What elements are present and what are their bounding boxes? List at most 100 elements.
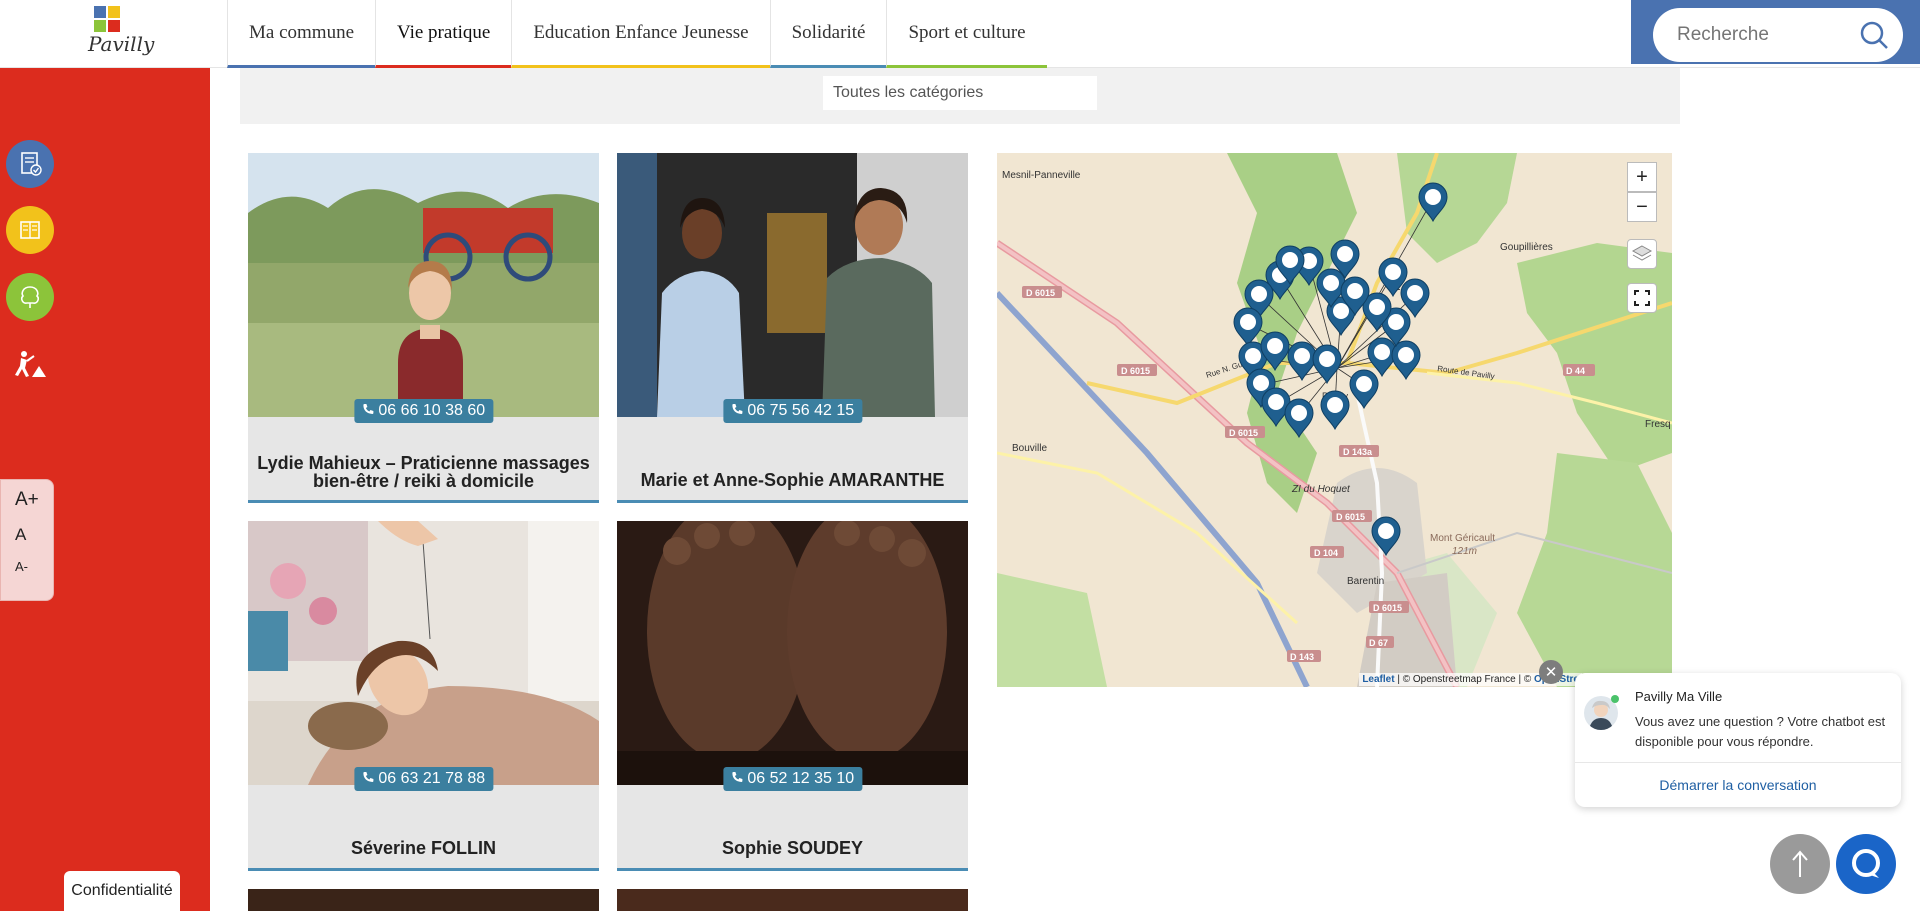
chat-close-button[interactable]: ✕	[1539, 660, 1563, 684]
phone-number: 06 66 10 38 60	[378, 402, 486, 419]
site-header: Pavilly Ma commune Vie pratique Educatio…	[0, 0, 1920, 68]
map-marker-center	[1333, 303, 1349, 319]
zoom-in-button[interactable]: +	[1627, 162, 1657, 192]
phone-icon	[731, 404, 742, 414]
tree-icon	[20, 286, 40, 308]
map-panel[interactable]: Mesnil-Panneville Pavilly Goupillières B…	[997, 153, 1672, 687]
directory-card-partial[interactable]	[617, 889, 968, 911]
phone-icon	[362, 404, 373, 414]
card-title: Séverine FOLLIN	[350, 838, 497, 858]
photo-two-women	[617, 153, 968, 417]
directory-card[interactable]: 06 52 12 35 10 Sophie SOUDEY	[617, 521, 968, 871]
nav-education[interactable]: Education Enfance Jeunesse	[511, 0, 770, 68]
leaflet-link[interactable]: Leaflet	[1362, 674, 1394, 685]
layers-icon	[1631, 245, 1653, 261]
map-marker-center	[1240, 314, 1256, 330]
chatbot-message: Vous avez une question ? Votre chatbot e…	[1635, 714, 1886, 749]
card-photo	[248, 521, 599, 785]
scroll-top-button[interactable]	[1770, 834, 1830, 894]
road-label: D 6015	[1121, 366, 1150, 376]
road-label: D 67	[1369, 638, 1388, 648]
phone-badge[interactable]: 06 63 21 78 88	[353, 767, 494, 791]
map-marker-center	[1327, 397, 1343, 413]
map-marker-center	[1282, 252, 1298, 268]
directory-card[interactable]: 06 75 56 42 15 Marie et Anne-Sophie AMAR…	[617, 153, 968, 503]
map-label: Goupillières	[1500, 242, 1553, 253]
logo-square-red	[108, 20, 120, 32]
map-label: Fresq	[1645, 419, 1671, 430]
zoom-out-button[interactable]: −	[1627, 192, 1657, 222]
search-icon[interactable]	[1859, 20, 1889, 50]
nav-vie-pratique[interactable]: Vie pratique	[375, 0, 512, 68]
privacy-button[interactable]: Confidentialité	[64, 871, 180, 911]
map-marker-center	[1356, 376, 1372, 392]
nav-solidarite[interactable]: Solidarité	[769, 0, 887, 68]
phone-number: 06 75 56 42 15	[747, 402, 855, 419]
photo-pendulum-therapy	[248, 521, 599, 785]
quick-link-magazine[interactable]	[6, 206, 54, 254]
left-sidebar: A+ A A-	[0, 68, 210, 911]
site-logo[interactable]: Pavilly	[80, 4, 154, 62]
layers-button[interactable]	[1627, 239, 1657, 269]
road-label: D 6015	[1229, 428, 1258, 438]
card-title: Marie et Anne-Sophie AMARANTHE	[640, 470, 945, 490]
map-tiles: Mesnil-Panneville Pavilly Goupillières B…	[997, 153, 1672, 687]
fullscreen-button[interactable]	[1627, 283, 1657, 313]
map-marker-center	[1407, 285, 1423, 301]
chatbot-popup: Pavilly Ma Ville Vous avez une question …	[1575, 673, 1901, 807]
logo-square-blue	[94, 6, 106, 18]
search-input[interactable]	[1677, 24, 1847, 46]
map-label: Barentin	[1347, 576, 1384, 587]
online-indicator	[1611, 695, 1619, 703]
map-marker-center	[1323, 275, 1339, 291]
map-label: Mont Géricault	[1430, 533, 1495, 544]
font-increase-button[interactable]: A+	[1, 489, 53, 511]
document-check-icon	[21, 152, 42, 176]
nav-label: Vie pratique	[397, 21, 491, 43]
map-label: ZI du Hoquet	[1291, 484, 1351, 495]
nav-ma-commune[interactable]: Ma commune	[227, 0, 376, 68]
nav-sport-culture[interactable]: Sport et culture	[886, 0, 1047, 68]
road-label: D 143a	[1343, 447, 1373, 457]
quick-link-travaux[interactable]	[6, 340, 54, 388]
font-decrease-button[interactable]: A-	[1, 559, 53, 574]
card-photo	[248, 153, 599, 417]
arrow-up-icon	[1792, 850, 1808, 877]
filter-bar: Toutes les catégories	[240, 68, 1680, 124]
card-title: Sophie SOUDEY	[721, 838, 864, 858]
chat-launcher-button[interactable]	[1836, 834, 1896, 894]
map-label: Bouville	[1012, 443, 1047, 454]
map-label: Mesnil-Panneville	[1002, 170, 1081, 181]
quick-link-demarches[interactable]	[6, 140, 54, 188]
directory-card-partial[interactable]	[248, 889, 599, 911]
phone-badge[interactable]: 06 66 10 38 60	[353, 399, 494, 423]
road-label: D 44	[1566, 366, 1585, 376]
photo-feet	[617, 521, 968, 785]
font-size-panel: A+ A A-	[0, 479, 54, 601]
map-marker-center	[1294, 348, 1310, 364]
map-marker-center	[1425, 189, 1441, 205]
roadwork-icon	[15, 351, 46, 377]
map-marker-center	[1337, 246, 1353, 262]
map-marker-center	[1245, 348, 1261, 364]
phone-badge[interactable]: 06 75 56 42 15	[722, 399, 863, 423]
map-marker-center	[1253, 375, 1269, 391]
font-reset-button[interactable]: A	[1, 525, 53, 545]
quick-link-environnement[interactable]	[6, 273, 54, 321]
chatbot-title: Pavilly Ma Ville	[1635, 689, 1723, 704]
category-select[interactable]: Toutes les catégories	[823, 76, 1097, 110]
phone-number: 06 52 12 35 10	[747, 770, 855, 787]
phone-badge[interactable]: 06 52 12 35 10	[722, 767, 863, 791]
directory-card[interactable]: 06 63 21 78 88 Séverine FOLLIN	[248, 521, 599, 871]
start-conversation-button[interactable]: Démarrer la conversation	[1575, 777, 1901, 793]
nav-label: Education Enfance Jeunesse	[533, 21, 749, 43]
photo-woman-garden	[248, 153, 599, 417]
road-label: D 143	[1290, 652, 1314, 662]
road-label: D 6015	[1026, 288, 1055, 298]
divider	[1575, 762, 1901, 763]
logo-text: Pavilly	[88, 32, 155, 56]
directory-card[interactable]: 06 66 10 38 60 Lydie Mahieux – Praticien…	[248, 153, 599, 503]
map-marker-center	[1374, 344, 1390, 360]
map-marker-center	[1319, 351, 1335, 367]
card-photo	[617, 153, 968, 417]
